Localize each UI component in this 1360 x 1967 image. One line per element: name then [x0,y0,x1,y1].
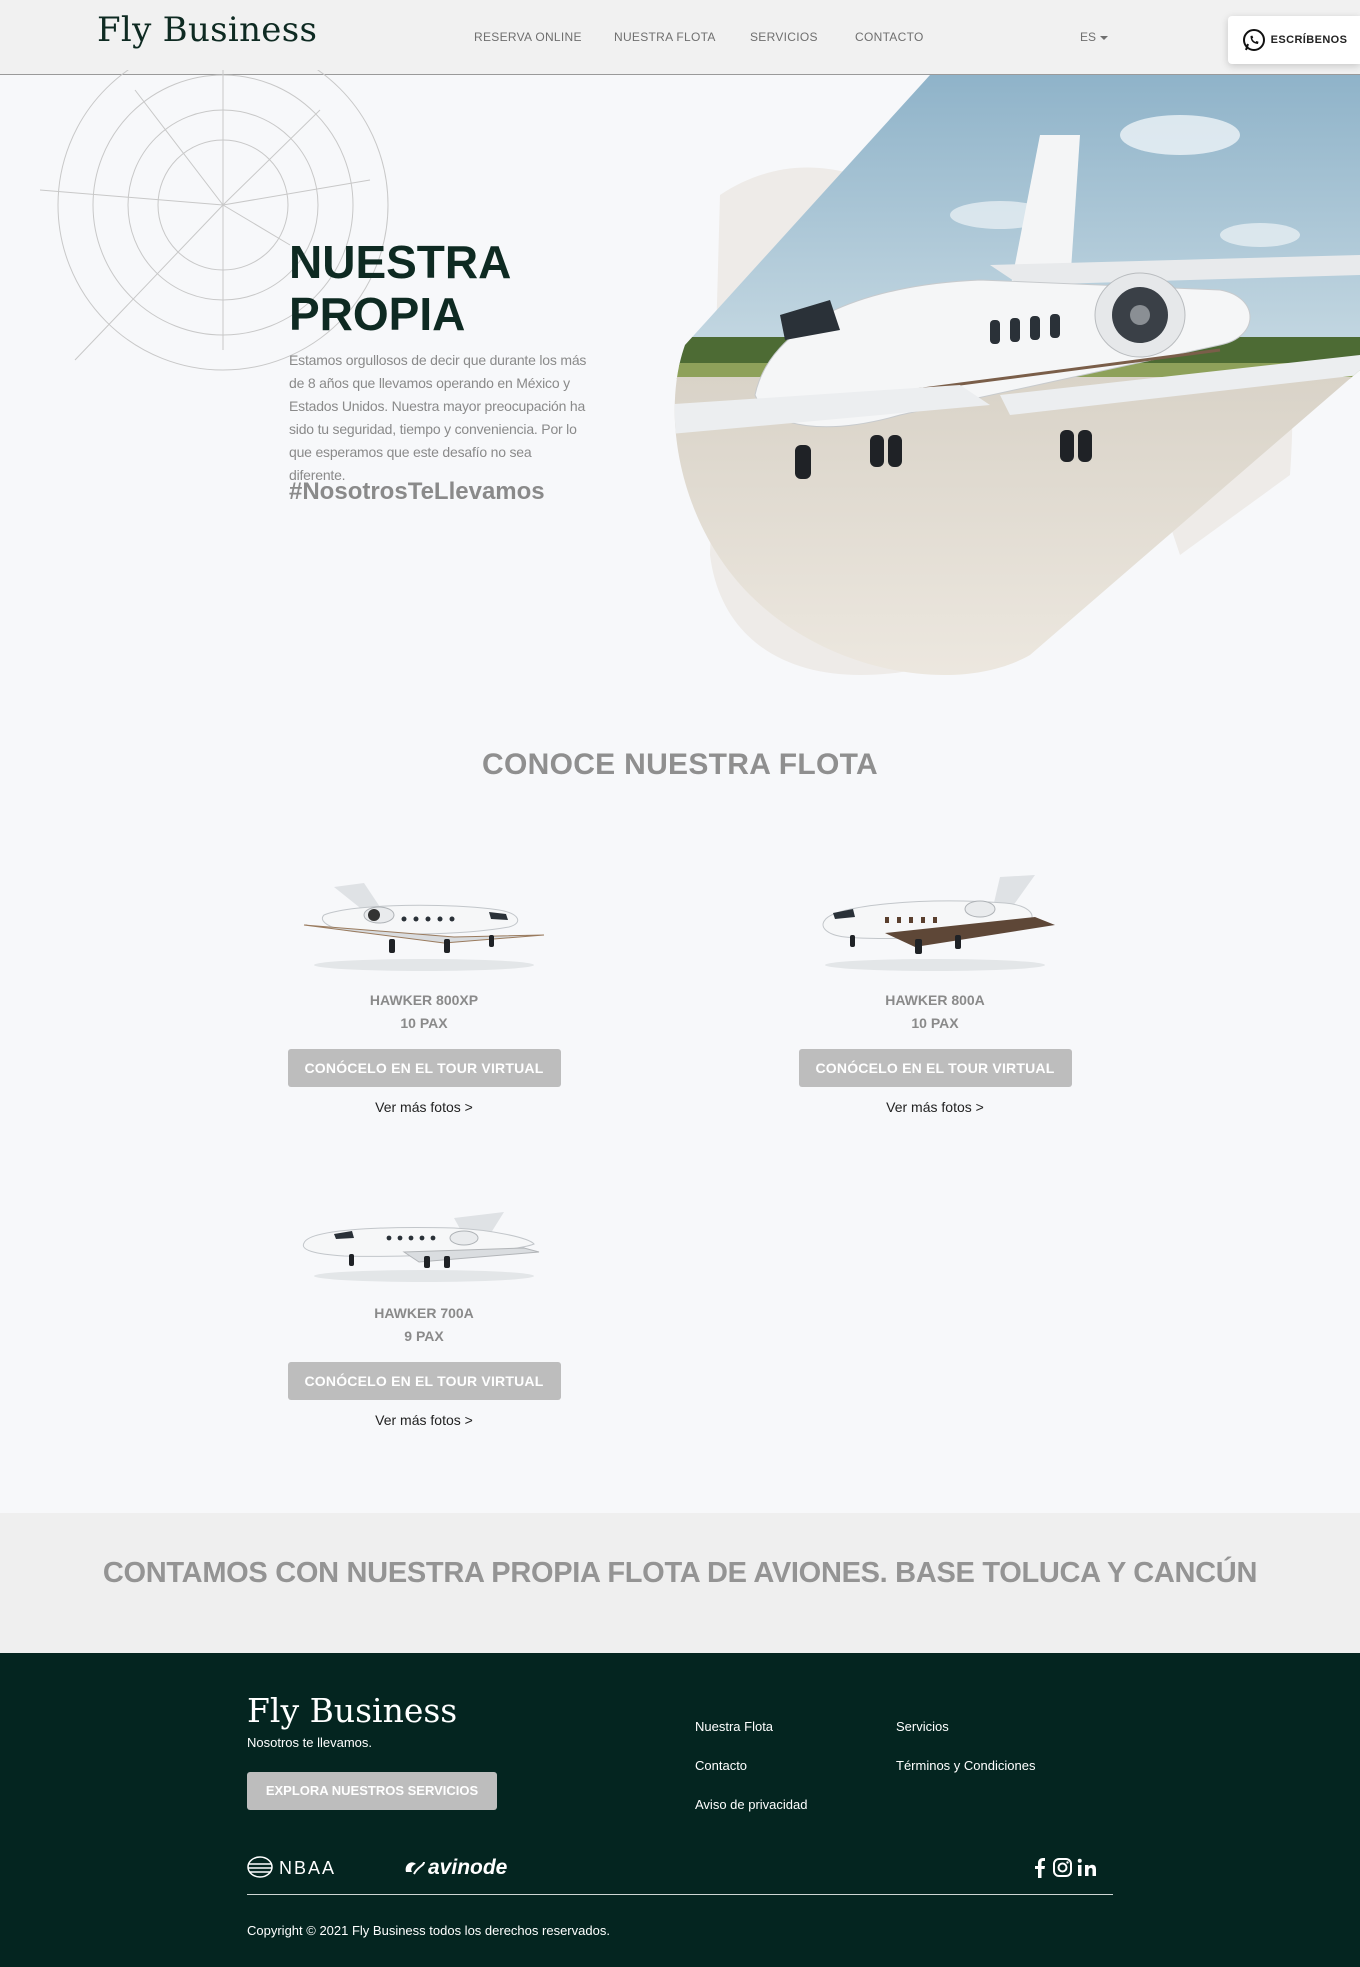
footer-link-privacidad[interactable]: Aviso de privacidad [695,1797,808,1812]
avinode-logo: avinode [402,1854,517,1885]
fleet-model-pax: 9 PAX [404,1328,444,1344]
fleet-model-name: HAWKER 700A [374,1305,474,1321]
banner-text: CONTAMOS CON NUESTRA PROPIA FLOTA DE AVI… [102,1557,1258,1589]
hero-title: NUESTRA PROPIA [289,236,510,340]
explore-services-button[interactable]: EXPLORA NUESTROS SERVICIOS [247,1772,497,1810]
footer-tagline: Nosotros te llevamos. [247,1735,372,1750]
virtual-tour-button[interactable]: CONÓCELO EN EL TOUR VIRTUAL [287,1362,561,1400]
fleet-card-hawker-700a: HAWKER 700A 9 PAX CONÓCELO EN EL TOUR VI… [284,1178,564,1428]
more-photos-link[interactable]: Ver más fotos > [284,1099,564,1115]
nbaa-logo: NBAA [247,1856,357,1885]
jet-image-hawker-800a [822,875,1055,971]
jet-image-hawker-800xp [303,883,545,971]
avinode-text: avinode [428,1856,508,1879]
footer-link-contacto[interactable]: Contacto [695,1758,747,1773]
virtual-tour-button[interactable]: CONÓCELO EN EL TOUR VIRTUAL [798,1049,1072,1087]
copyright-text: Copyright © 2021 Fly Business todos los … [247,1923,610,1938]
fleet-model-name: HAWKER 800XP [369,992,479,1008]
top-navbar: Fly Business RESERVA ONLINE NUESTRA FLOT… [0,0,1360,75]
language-label: ES [1080,30,1097,44]
footer-link-servicios[interactable]: Servicios [896,1719,949,1734]
chevron-down-icon [1100,35,1109,40]
footer-divider [247,1894,1113,1895]
instagram-icon[interactable] [1053,1858,1072,1877]
fleet-card-hawker-800a: HAWKER 800A 10 PAX CONÓCELO EN EL TOUR V… [795,865,1075,1115]
nav-nuestra-flota[interactable]: NUESTRA FLOTA [614,30,716,44]
fleet-card-hawker-800xp: HAWKER 800XP 10 PAX CONÓCELO EN EL TOUR … [284,865,564,1115]
whatsapp-button[interactable]: ESCRÍBENOS [1228,16,1360,64]
footer-brand-logo[interactable]: Fly Business [247,1691,457,1730]
fleet-model-pax: 10 PAX [400,1015,448,1031]
more-photos-link[interactable]: Ver más fotos > [795,1099,1075,1115]
footer-link-nuestra-flota[interactable]: Nuestra Flota [695,1719,773,1734]
whatsapp-label: ESCRÍBENOS [1270,34,1348,46]
fleet-model-info: HAWKER 800A 10 PAX [795,989,1075,1035]
more-photos-link[interactable]: Ver más fotos > [284,1412,564,1428]
whatsapp-icon [1242,29,1265,51]
fleet-section-title: CONOCE NUESTRA FLOTA [482,748,878,781]
nav-servicios[interactable]: SERVICIOS [750,30,818,44]
fleet-model-name: HAWKER 800A [885,992,985,1008]
social-links [1030,1856,1110,1885]
jet-image-hawker-700a [302,1212,540,1282]
virtual-tour-button[interactable]: CONÓCELO EN EL TOUR VIRTUAL [287,1049,561,1087]
fleet-model-info: HAWKER 700A 9 PAX [284,1302,564,1348]
hero-jet-image [660,75,1360,695]
linkedin-icon[interactable] [1077,1858,1096,1876]
fleet-bases-banner: CONTAMOS CON NUESTRA PROPIA FLOTA DE AVI… [0,1513,1360,1653]
facebook-icon[interactable] [1035,1858,1045,1878]
brand-logo[interactable]: Fly Business [97,10,317,50]
hero-description: Estamos orgullosos de decir que durante … [289,352,587,483]
fleet-model-info: HAWKER 800XP 10 PAX [284,989,564,1035]
site-footer: Fly Business Nosotros te llevamos. EXPLO… [0,1653,1360,1967]
hero-hashtag: #NosotrosTeLlevamos [289,478,545,505]
footer-link-terminos[interactable]: Términos y Condiciones [896,1758,1035,1773]
nav-contacto[interactable]: CONTACTO [855,30,924,44]
nav-reserva-online[interactable]: RESERVA ONLINE [474,30,582,44]
nbaa-text: NBAA [279,1858,336,1878]
fleet-model-pax: 10 PAX [911,1015,959,1031]
language-dropdown[interactable]: ES [1080,30,1109,44]
